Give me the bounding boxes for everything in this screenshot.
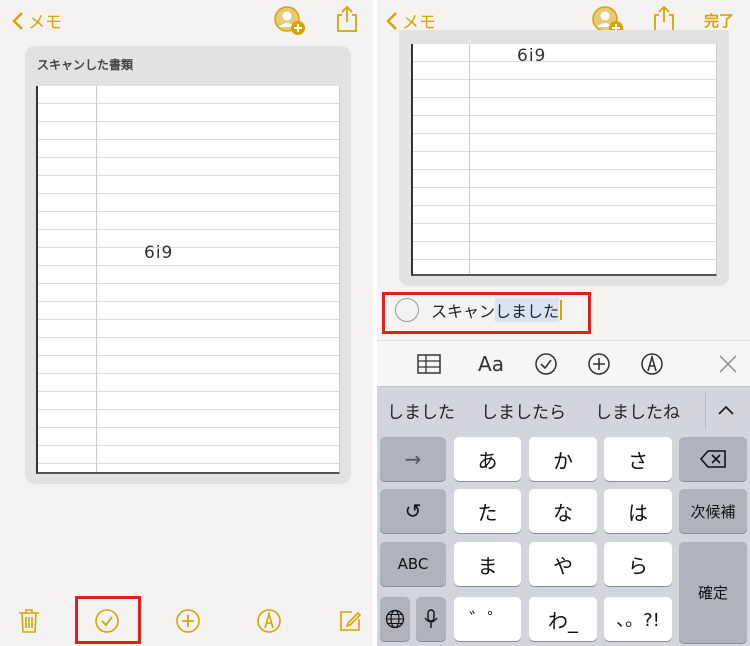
key-dakuten[interactable]: ゛゜ — [454, 597, 521, 641]
left-screen: メモ スキャンした書類 6i9 — [0, 0, 373, 646]
handwritten-text: 6i9 — [144, 243, 174, 263]
right-screen: メモ 完了 6i9 スキャン しました Aa しました しましたら しましたね … — [377, 0, 750, 646]
chevron-left-icon — [386, 11, 397, 30]
key-arrow[interactable]: → — [380, 437, 446, 481]
delete-button[interactable] — [14, 606, 44, 636]
card-title: スキャンした書類 — [37, 58, 134, 72]
add-icon — [588, 353, 610, 375]
suggestion-item[interactable]: しました — [377, 398, 465, 423]
compose-icon — [340, 611, 362, 631]
globe-key[interactable] — [380, 597, 410, 641]
keyboard-toolbar: Aa — [377, 340, 750, 386]
add-person-button[interactable] — [273, 5, 307, 41]
key-undo[interactable]: ↺ — [380, 489, 446, 533]
key[interactable]: な — [529, 489, 597, 533]
add-person-icon — [274, 6, 305, 35]
key[interactable]: ら — [604, 542, 672, 586]
scanned-page: 6i9 — [36, 86, 340, 474]
keyboard: → あ か さ ↺ た な は 次候補 ABC ま や ら 確定 ゛゜ わ_ 、… — [377, 434, 750, 646]
markup-button[interactable] — [254, 606, 284, 636]
share-button[interactable] — [336, 5, 358, 37]
share-icon — [337, 5, 357, 32]
dictation-key[interactable] — [416, 597, 446, 641]
delete-key[interactable] — [679, 437, 747, 481]
key[interactable]: や — [529, 542, 597, 586]
share-icon — [654, 5, 674, 32]
checklist-button[interactable] — [532, 351, 560, 377]
table-button[interactable] — [415, 351, 443, 377]
key[interactable]: は — [604, 489, 672, 533]
suggestion-bar: しました しましたら しましたね — [377, 386, 750, 434]
globe-icon — [385, 609, 405, 629]
close-icon — [719, 355, 737, 373]
handwritten-text: 6i9 — [517, 46, 547, 66]
table-icon — [417, 354, 441, 374]
markup-icon — [641, 353, 663, 375]
key[interactable]: さ — [604, 437, 672, 481]
backspace-icon — [699, 450, 726, 468]
back-label: メモ — [28, 13, 62, 33]
expand-suggestions-button[interactable] — [717, 401, 735, 420]
key[interactable]: ま — [454, 542, 521, 586]
back-button[interactable]: メモ — [12, 8, 62, 33]
nav-bar: メモ — [0, 0, 373, 40]
trash-icon — [19, 609, 39, 633]
confirm-key[interactable]: 確定 — [679, 542, 747, 643]
microphone-icon — [424, 609, 438, 628]
bottom-toolbar — [0, 596, 373, 646]
scanned-document-card[interactable]: スキャンした書類 6i9 — [25, 46, 351, 484]
key[interactable]: た — [454, 489, 521, 533]
checklist-item-highlight — [382, 292, 591, 334]
key-abc[interactable]: ABC — [380, 542, 446, 586]
scanned-document-card[interactable]: 6i9 — [399, 30, 729, 286]
format-button[interactable]: Aa — [473, 351, 509, 377]
next-candidate-key[interactable]: 次候補 — [679, 489, 747, 533]
markup-icon — [257, 609, 281, 633]
markup-button[interactable] — [638, 351, 666, 377]
done-button[interactable]: 完了 — [704, 10, 734, 31]
chevron-left-icon — [12, 11, 23, 30]
compose-button[interactable] — [335, 606, 365, 636]
key-punctuation[interactable]: 、。?! — [604, 597, 672, 641]
key[interactable]: か — [529, 437, 597, 481]
checklist-highlight — [75, 596, 141, 644]
checklist-icon — [535, 353, 557, 375]
close-keyboard-button[interactable] — [714, 351, 742, 377]
add-button[interactable] — [173, 606, 203, 636]
key[interactable]: わ_ — [529, 597, 597, 641]
suggestion-item[interactable]: しましたね — [585, 398, 690, 423]
add-icon — [176, 609, 200, 633]
add-button[interactable] — [585, 351, 613, 377]
chevron-up-icon — [718, 405, 734, 415]
key[interactable]: あ — [454, 437, 521, 481]
suggestion-item[interactable]: しましたら — [471, 398, 576, 423]
scanned-page: 6i9 — [411, 44, 717, 276]
